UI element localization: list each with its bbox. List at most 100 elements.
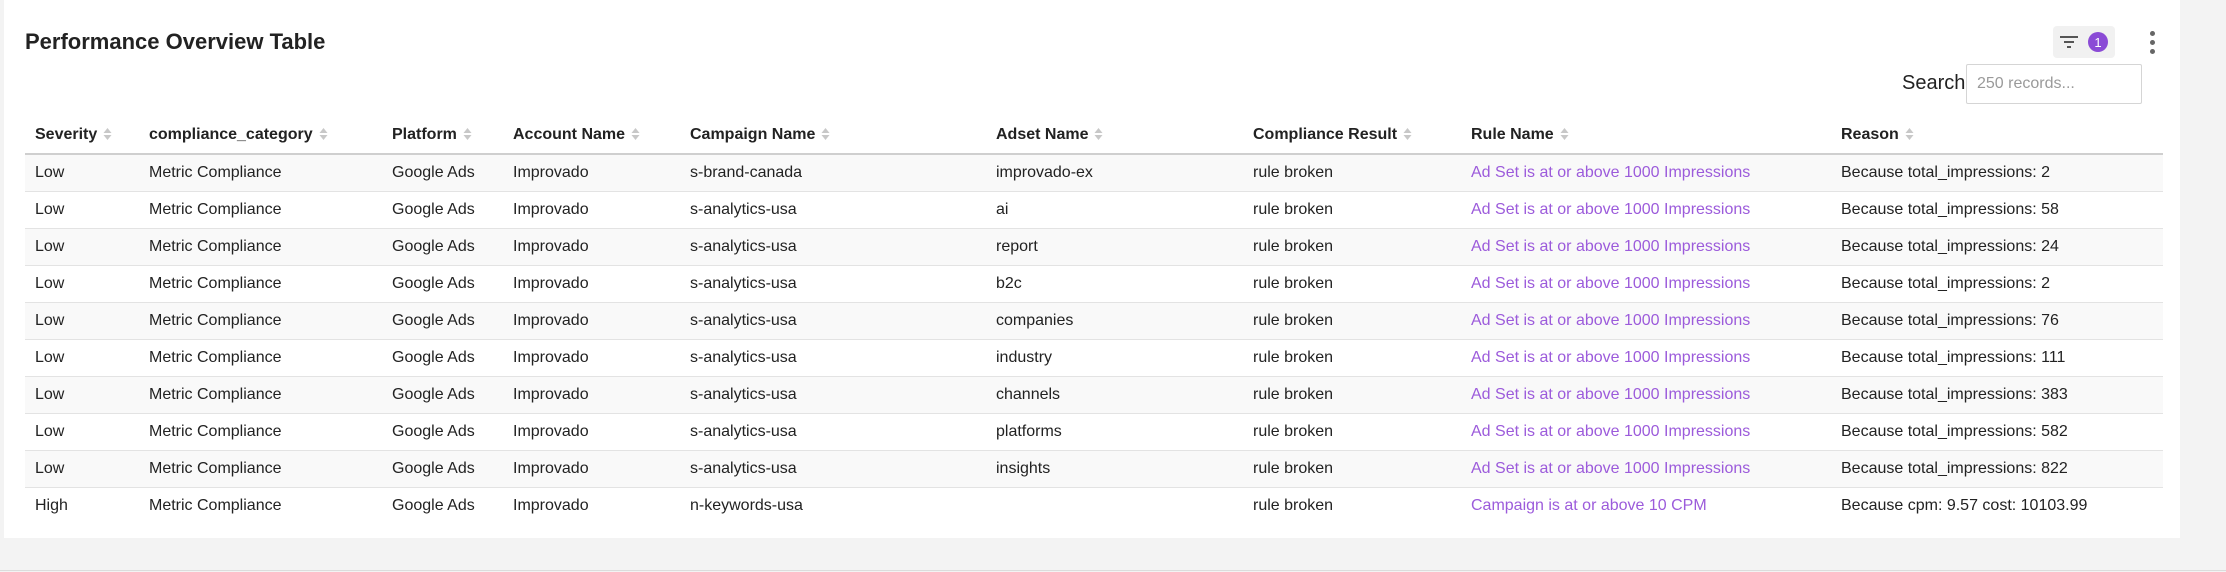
column-header-label: compliance_category [149, 125, 313, 143]
campaign-name-cell: s-analytics-usa [680, 228, 986, 266]
compliance-result-cell: rule broken [1243, 228, 1461, 266]
compliance-category-cell: Metric Compliance [139, 191, 382, 229]
compliance-result-cell: rule broken [1243, 413, 1461, 451]
rule-name-link[interactable]: Ad Set is at or above 1000 Impressions [1461, 153, 1831, 192]
severity-cell: Low [25, 376, 139, 414]
reason-cell: Because total_impressions: 24 [1831, 228, 2163, 266]
table-row[interactable]: Low Metric Compliance Google Ads Improvado s… [25, 450, 2163, 488]
table-row[interactable]: Low Metric Compliance Google Ads Improvado s… [25, 413, 2163, 451]
adset-name-cell: ai [986, 191, 1243, 229]
column-header[interactable]: Reason [1831, 116, 2163, 155]
reason-cell: Because total_impressions: 2 [1831, 265, 2163, 303]
column-header-label: Adset Name [996, 125, 1089, 143]
severity-cell: Low [25, 228, 139, 266]
table-card: Performance Overview Table 1 Search Seve… [4, 0, 2180, 538]
column-header[interactable]: compliance_category [139, 116, 382, 155]
account-name-cell: Improvado [503, 376, 680, 414]
column-header[interactable]: Campaign Name [680, 116, 986, 155]
more-vertical-icon[interactable] [2142, 28, 2162, 56]
compliance-result-cell: rule broken [1243, 376, 1461, 414]
account-name-cell: Improvado [503, 191, 680, 229]
rule-name-link[interactable]: Ad Set is at or above 1000 Impressions [1461, 339, 1831, 377]
rule-name-link[interactable]: Campaign is at or above 10 CPM [1461, 487, 1831, 524]
platform-cell: Google Ads [382, 339, 503, 377]
rule-name-link[interactable]: Ad Set is at or above 1000 Impressions [1461, 228, 1831, 266]
campaign-name-cell: s-analytics-usa [680, 450, 986, 488]
compliance-result-cell: rule broken [1243, 487, 1461, 524]
sort-icon[interactable] [1094, 127, 1103, 141]
platform-cell: Google Ads [382, 413, 503, 451]
adset-name-cell: report [986, 228, 1243, 266]
rule-name-link[interactable]: Ad Set is at or above 1000 Impressions [1461, 450, 1831, 488]
sort-icon[interactable] [1560, 127, 1569, 141]
adset-name-cell: companies [986, 302, 1243, 340]
divider [0, 570, 2226, 571]
account-name-cell: Improvado [503, 487, 680, 524]
severity-cell: Low [25, 153, 139, 192]
sort-icon[interactable] [631, 127, 640, 141]
column-header[interactable]: Account Name [503, 116, 680, 155]
adset-name-cell: insights [986, 450, 1243, 488]
adset-name-cell: b2c [986, 265, 1243, 303]
sort-icon[interactable] [821, 127, 830, 141]
column-header[interactable]: Adset Name [986, 116, 1243, 155]
campaign-name-cell: s-analytics-usa [680, 339, 986, 377]
rule-name-link[interactable]: Ad Set is at or above 1000 Impressions [1461, 302, 1831, 340]
compliance-result-cell: rule broken [1243, 191, 1461, 229]
sort-icon[interactable] [1403, 127, 1412, 141]
filter-button[interactable]: 1 [2053, 26, 2115, 58]
platform-cell: Google Ads [382, 228, 503, 266]
table-row[interactable]: High Metric Compliance Google Ads Improvado… [25, 487, 2163, 524]
sort-icon[interactable] [1905, 127, 1914, 141]
campaign-name-cell: s-analytics-usa [680, 302, 986, 340]
filter-icon [2060, 36, 2078, 48]
platform-cell: Google Ads [382, 376, 503, 414]
column-header-label: Severity [35, 125, 98, 143]
compliance-category-cell: Metric Compliance [139, 413, 382, 451]
column-header[interactable]: Severity [25, 116, 139, 155]
compliance-result-cell: rule broken [1243, 153, 1461, 192]
campaign-name-cell: n-keywords-usa [680, 487, 986, 524]
platform-cell: Google Ads [382, 450, 503, 488]
table-row[interactable]: Low Metric Compliance Google Ads Improvado s… [25, 191, 2163, 229]
table-body: Low Metric Compliance Google Ads Improvado s… [25, 153, 2163, 524]
column-header-label: Campaign Name [690, 125, 816, 143]
sort-icon[interactable] [463, 127, 472, 141]
table-row[interactable]: Low Metric Compliance Google Ads Improvado s… [25, 228, 2163, 266]
column-header-label: Compliance Result [1253, 125, 1398, 143]
account-name-cell: Improvado [503, 153, 680, 192]
campaign-name-cell: s-brand-canada [680, 153, 986, 192]
page-title: Performance Overview Table [25, 29, 326, 54]
rule-name-link[interactable]: Ad Set is at or above 1000 Impressions [1461, 376, 1831, 414]
table-row[interactable]: Low Metric Compliance Google Ads Improvado s… [25, 153, 2163, 192]
reason-cell: Because total_impressions: 383 [1831, 376, 2163, 414]
rule-name-link[interactable]: Ad Set is at or above 1000 Impressions [1461, 191, 1831, 229]
table-row[interactable]: Low Metric Compliance Google Ads Improvado s… [25, 265, 2163, 303]
column-header[interactable]: Compliance Result [1243, 116, 1461, 155]
sort-icon[interactable] [103, 127, 112, 141]
performance-table: Severity compliance_category Platform Accou… [25, 116, 2163, 524]
reason-cell: Because cpm: 9.57 cost: 10103.99 [1831, 487, 2163, 524]
rule-name-link[interactable]: Ad Set is at or above 1000 Impressions [1461, 413, 1831, 451]
compliance-category-cell: Metric Compliance [139, 228, 382, 266]
compliance-result-cell: rule broken [1243, 302, 1461, 340]
campaign-name-cell: s-analytics-usa [680, 413, 986, 451]
account-name-cell: Improvado [503, 450, 680, 488]
campaign-name-cell: s-analytics-usa [680, 191, 986, 229]
sort-icon[interactable] [319, 127, 328, 141]
compliance-result-cell: rule broken [1243, 450, 1461, 488]
column-header[interactable]: Rule Name [1461, 116, 1831, 155]
search-input[interactable] [1966, 64, 2142, 104]
table-row[interactable]: Low Metric Compliance Google Ads Improvado s… [25, 302, 2163, 340]
platform-cell: Google Ads [382, 487, 503, 524]
rule-name-link[interactable]: Ad Set is at or above 1000 Impressions [1461, 265, 1831, 303]
table-row[interactable]: Low Metric Compliance Google Ads Improvado s… [25, 376, 2163, 414]
table-row[interactable]: Low Metric Compliance Google Ads Improvado s… [25, 339, 2163, 377]
compliance-category-cell: Metric Compliance [139, 265, 382, 303]
column-header-label: Account Name [513, 125, 626, 143]
campaign-name-cell: s-analytics-usa [680, 376, 986, 414]
reason-cell: Because total_impressions: 58 [1831, 191, 2163, 229]
adset-name-cell: industry [986, 339, 1243, 377]
column-header[interactable]: Platform [382, 116, 503, 155]
severity-cell: Low [25, 339, 139, 377]
